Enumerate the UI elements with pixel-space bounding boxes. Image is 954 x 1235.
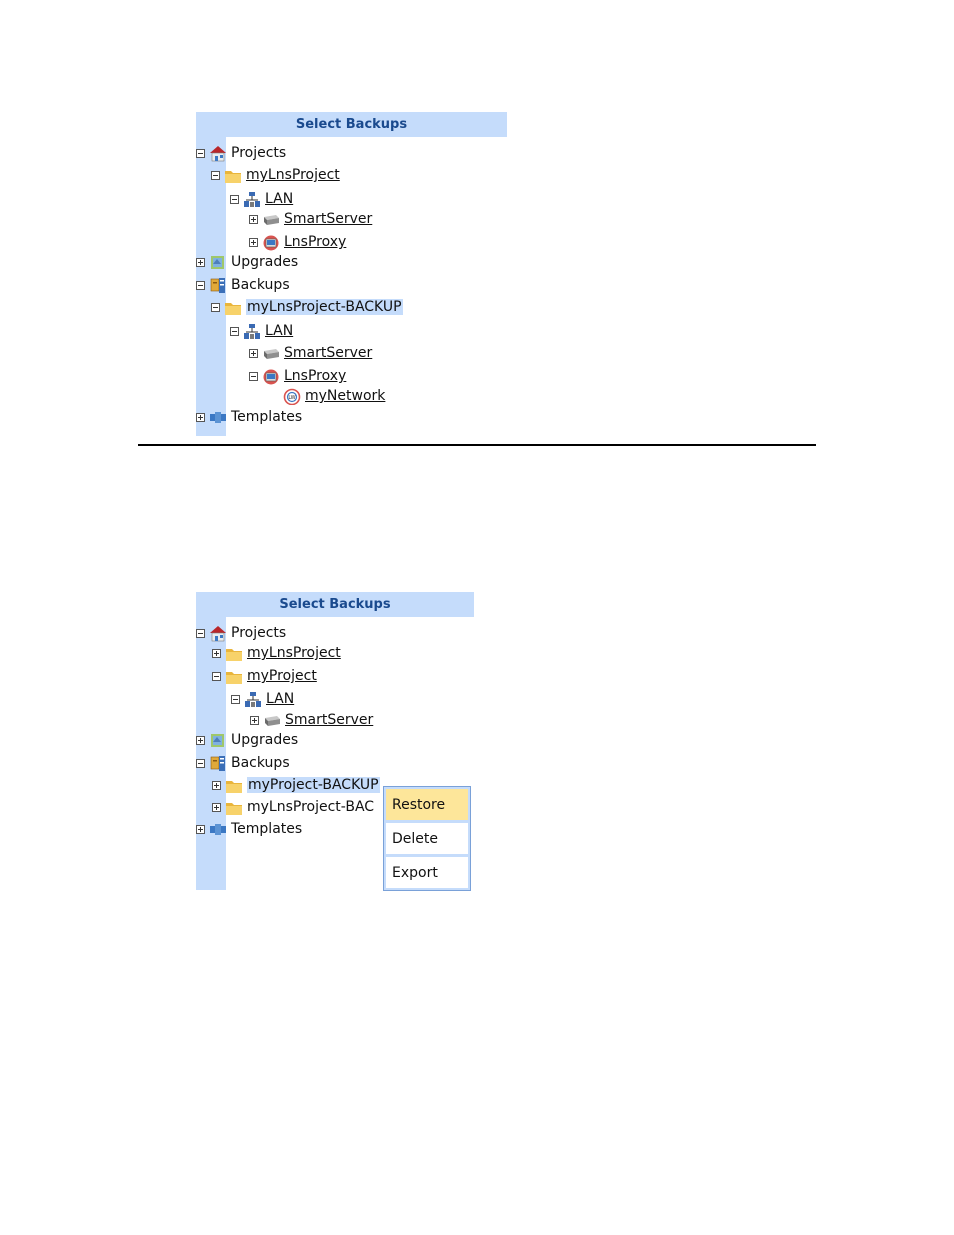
tree-node-backup-smartserver[interactable]: SmartServer (249, 343, 372, 363)
tree-node-mylnsproject[interactable]: myLnsProject (212, 643, 341, 663)
expand-toggle-icon[interactable] (196, 412, 205, 422)
tree-label[interactable]: LAN (265, 191, 293, 207)
proxy-icon (262, 234, 280, 251)
collapse-toggle-icon[interactable] (196, 628, 205, 638)
expand-toggle-icon[interactable] (212, 780, 221, 790)
collapse-toggle-icon[interactable] (231, 694, 240, 704)
tree-label: Templates (231, 821, 303, 837)
collapse-toggle-icon[interactable] (211, 302, 220, 312)
tree-node-backup-lan[interactable]: LAN (230, 321, 293, 341)
tree-node-mylnsproject[interactable]: myLnsProject (211, 165, 340, 185)
tree-label[interactable]: SmartServer (284, 345, 372, 361)
folder-icon (225, 645, 243, 662)
server-icon (262, 211, 280, 228)
proxy-icon (262, 368, 280, 385)
collapse-toggle-icon[interactable] (211, 170, 220, 180)
tree-node-upgrades[interactable]: Upgrades (196, 252, 298, 272)
network-icon (243, 191, 261, 208)
tree-label[interactable]: LnsProxy (284, 234, 346, 250)
expand-toggle-icon[interactable] (249, 237, 258, 247)
tree-label: Projects (231, 625, 287, 641)
expand-toggle-icon[interactable] (196, 824, 205, 834)
tree-label-selected[interactable]: myProject-BACKUP (247, 777, 380, 793)
tree-label: Backups (231, 277, 290, 293)
expand-toggle-icon[interactable] (212, 802, 221, 812)
tree-label: Backups (231, 755, 290, 771)
tree-node-templates[interactable]: Templates (196, 407, 302, 427)
tree-label: Upgrades (231, 732, 299, 748)
tree-node-myproject-backup[interactable]: myProject-BACKUP (212, 775, 380, 795)
menu-item-export[interactable]: Export (386, 857, 468, 888)
expand-toggle-icon[interactable] (249, 214, 258, 224)
tree-node-lan[interactable]: LAN (230, 189, 293, 209)
expand-toggle-icon[interactable] (212, 648, 221, 658)
tree-node-myproject[interactable]: myProject (212, 666, 317, 686)
templates-icon (209, 409, 227, 426)
tree-label[interactable]: myProject (247, 668, 317, 684)
tree-node-projects[interactable]: Projects (196, 623, 286, 643)
tree-node-backups[interactable]: Backups (196, 275, 290, 295)
tree-node-upgrades[interactable]: Upgrades (196, 730, 298, 750)
tree-node-smartserver[interactable]: SmartServer (249, 209, 372, 229)
templates-icon (209, 821, 227, 838)
tree-label[interactable]: myNetwork (305, 388, 385, 404)
house-icon (209, 625, 227, 642)
folder-icon (225, 668, 243, 685)
lon-network-icon (283, 388, 301, 405)
tree-node-mynetwork[interactable]: myNetwork (283, 386, 385, 406)
folder-icon (224, 167, 242, 184)
tree-label[interactable]: SmartServer (285, 712, 373, 728)
tree-node-mylnsproject-backup[interactable]: myLnsProject-BACKUP (211, 297, 403, 317)
menu-item-restore[interactable]: Restore (386, 789, 468, 820)
select-backups-panel-top: Select Backups Projects myLnsProject LAN… (196, 112, 507, 436)
tree-node-lan[interactable]: LAN (231, 689, 294, 709)
folder-icon (225, 777, 243, 794)
expand-toggle-icon[interactable] (196, 257, 205, 267)
tree-label[interactable]: SmartServer (284, 211, 372, 227)
tree-node-projects[interactable]: Projects (196, 143, 286, 163)
network-icon (244, 691, 262, 708)
tree-node-mylnsproject-backup[interactable]: myLnsProject-BAC (212, 797, 374, 817)
upgrades-icon (209, 254, 227, 271)
backups-icon (209, 755, 227, 772)
collapse-toggle-icon[interactable] (230, 326, 239, 336)
tree-node-backups[interactable]: Backups (196, 753, 290, 773)
tree-label[interactable]: myLnsProject (246, 167, 340, 183)
tree-label[interactable]: myLnsProject (247, 645, 341, 661)
upgrades-icon (209, 732, 227, 749)
collapse-toggle-icon[interactable] (196, 758, 205, 768)
tree-node-backup-lnsproxy[interactable]: LnsProxy (249, 366, 346, 386)
tree-label[interactable]: LAN (266, 691, 294, 707)
folder-icon (224, 299, 242, 316)
expand-toggle-icon[interactable] (250, 715, 259, 725)
horizontal-divider (138, 444, 816, 446)
collapse-toggle-icon[interactable] (230, 194, 239, 204)
tree-label: Upgrades (231, 254, 299, 270)
collapse-toggle-icon[interactable] (212, 671, 221, 681)
context-menu: Restore Delete Export (383, 786, 471, 891)
tree-node-templates[interactable]: Templates (196, 819, 302, 839)
house-icon (209, 145, 227, 162)
menu-item-delete[interactable]: Delete (386, 823, 468, 854)
expand-toggle-icon[interactable] (249, 348, 258, 358)
tree-node-smartserver[interactable]: SmartServer (250, 710, 373, 730)
tree-label-selected[interactable]: myLnsProject-BACKUP (246, 299, 403, 315)
panel-title: Select Backups (196, 112, 507, 137)
tree-label[interactable]: LnsProxy (284, 368, 346, 384)
server-icon (262, 345, 280, 362)
panel-title: Select Backups (196, 592, 474, 617)
tree-node-lnsproxy[interactable]: LnsProxy (249, 232, 346, 252)
folder-icon (225, 799, 243, 816)
tree-label[interactable]: LAN (265, 323, 293, 339)
collapse-toggle-icon[interactable] (196, 280, 205, 290)
tree-label: Templates (231, 409, 303, 425)
tree-label: Projects (231, 145, 287, 161)
network-icon (243, 323, 261, 340)
collapse-toggle-icon[interactable] (249, 371, 258, 381)
backups-icon (209, 277, 227, 294)
tree-label[interactable]: myLnsProject-BAC (247, 799, 374, 815)
collapse-toggle-icon[interactable] (196, 148, 205, 158)
server-icon (263, 712, 281, 729)
expand-toggle-icon[interactable] (196, 735, 205, 745)
